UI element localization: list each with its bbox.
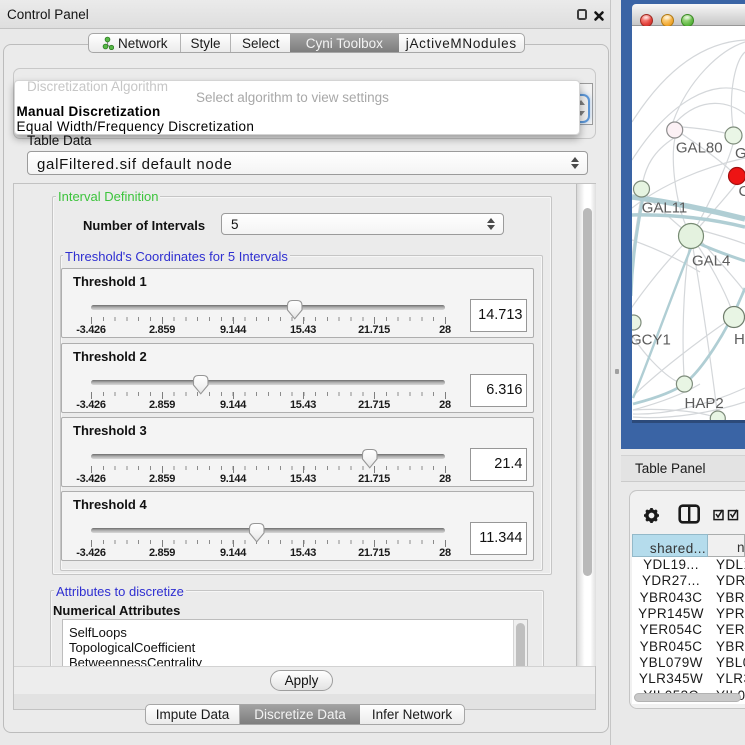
svg-text:GAL80: GAL80 (676, 140, 723, 157)
svg-text:C: C (739, 183, 745, 200)
svg-text:HI: HI (734, 331, 745, 348)
svg-text:HAP2: HAP2 (685, 395, 724, 412)
svg-text:GAL4: GAL4 (692, 253, 730, 270)
svg-text:GCY1: GCY1 (632, 332, 671, 349)
svg-text:GA: GA (735, 145, 745, 162)
svg-text:GAL11: GAL11 (642, 200, 688, 217)
